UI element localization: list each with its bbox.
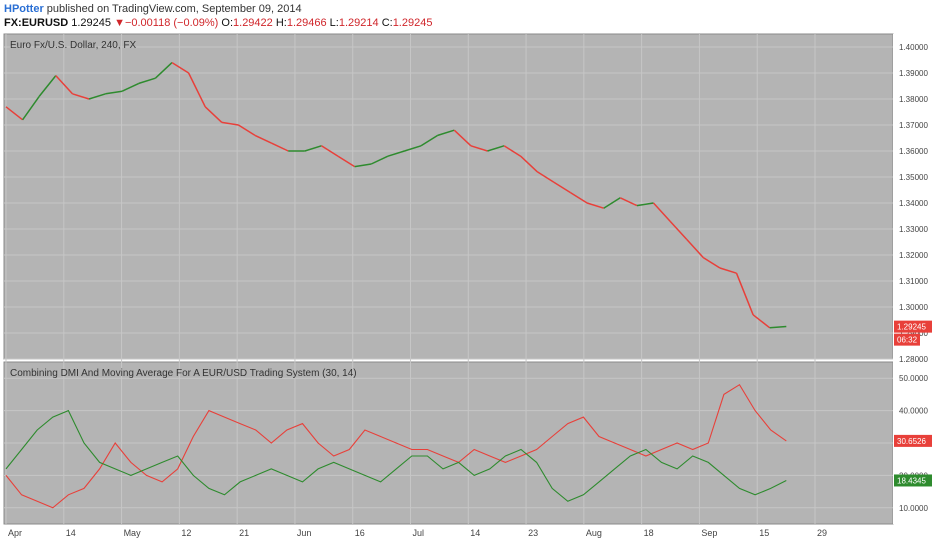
indicator-value-text: 18.4345 xyxy=(897,476,926,485)
price-tick-label: 1.39000 xyxy=(899,69,928,78)
open-label: O: xyxy=(221,17,234,29)
x-tick-label: 12 xyxy=(181,528,191,538)
price-tick-label: 1.34000 xyxy=(899,199,928,208)
price-tick-label: 1.32000 xyxy=(899,251,928,260)
x-tick-label: 18 xyxy=(644,528,654,538)
symbol-label[interactable]: FX:EURUSD xyxy=(4,17,68,29)
published-text: published on TradingView.com, September … xyxy=(46,3,302,15)
price-tick-label: 1.37000 xyxy=(899,121,928,130)
down-arrow-icon: ▼ xyxy=(114,17,125,29)
x-tick-label: Aug xyxy=(586,528,602,538)
x-tick-label: 16 xyxy=(355,528,365,538)
price-tick-label: 1.35000 xyxy=(899,173,928,182)
ohlc-line: FX:EURUSD 1.29245 ▼−0.00118 (−0.09%) O:1… xyxy=(4,17,432,29)
x-tick-label: 23 xyxy=(528,528,538,538)
x-tick-label: Sep xyxy=(701,528,717,538)
open-value: 1.29422 xyxy=(233,17,273,29)
indicator-tick-label: 40.0000 xyxy=(899,407,928,416)
price-tick-label: 1.28000 xyxy=(899,355,928,364)
last-price-tag-text: 1.29245 xyxy=(897,323,926,332)
price-tick-label: 1.36000 xyxy=(899,147,928,156)
low-label: L: xyxy=(329,17,339,29)
indicator-pane-title: Combining DMI And Moving Average For A E… xyxy=(10,368,357,379)
x-tick-label: 15 xyxy=(759,528,769,538)
price-tick-label: 1.40000 xyxy=(899,43,928,52)
indicator-tick-label: 50.0000 xyxy=(899,374,928,383)
change-value: −0.00118 (−0.09%) xyxy=(124,17,219,29)
close-label: C: xyxy=(381,17,393,29)
publish-line: HPotter published on TradingView.com, Se… xyxy=(4,3,302,15)
x-tick-label: Apr xyxy=(8,528,22,538)
price-tick-label: 1.30000 xyxy=(899,303,928,312)
low-value: 1.29214 xyxy=(338,17,379,29)
x-tick-label: May xyxy=(124,528,142,538)
x-tick-label: 29 xyxy=(817,528,827,538)
close-value: 1.29245 xyxy=(392,17,433,29)
author-link[interactable]: HPotter xyxy=(4,3,44,15)
indicator-tick-label: 10.0000 xyxy=(899,504,928,513)
price-tick-label: 1.33000 xyxy=(899,225,928,234)
chart-header: HPotter published on TradingView.com, Se… xyxy=(0,0,932,32)
last-price: 1.29245 xyxy=(71,17,111,29)
price-pane-title: Euro Fx/U.S. Dollar, 240, FX xyxy=(10,40,136,51)
x-tick-label: Jun xyxy=(297,528,312,538)
x-tick-label: Jul xyxy=(413,528,425,538)
indicator-value-text: 30.6526 xyxy=(897,437,926,446)
price-pane xyxy=(3,33,894,360)
chart-area[interactable]: Apr 14 May 12 21 Jun 16 Jul 14 23 Aug 18 Sep 15 29 1.40… xyxy=(0,32,932,550)
price-tick-label: 1.38000 xyxy=(899,95,928,104)
high-value: 1.29466 xyxy=(286,17,327,29)
countdown-tag-text: 06:32 xyxy=(897,336,918,345)
x-tick-label: 14 xyxy=(66,528,76,538)
x-tick-label: 14 xyxy=(470,528,480,538)
price-tick-label: 1.31000 xyxy=(899,277,928,286)
high-label: H: xyxy=(275,17,287,29)
x-tick-label: 21 xyxy=(239,528,249,538)
